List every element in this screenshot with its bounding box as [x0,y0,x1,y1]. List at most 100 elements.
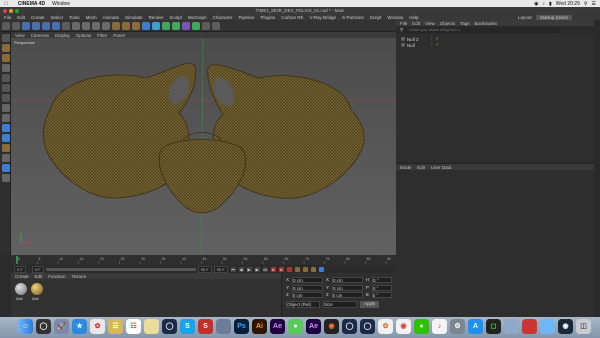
attr-menu-mode[interactable]: Mode [400,165,411,170]
coord-size-dropdown[interactable]: Size [323,301,357,308]
coordinate-system-icon[interactable] [102,21,110,30]
render-picture-viewer-icon[interactable] [122,21,130,30]
material-manager[interactable]: Mat Mat [11,279,281,317]
render-settings-icon[interactable] [132,21,140,30]
solo-icon[interactable] [1,174,10,182]
finder-icon[interactable]: ☺ [18,319,33,334]
after-effects-icon[interactable]: Ae [270,319,285,334]
coord-size-y-field[interactable]: 0 cm [331,284,363,291]
max-frame-field[interactable]: 90 F [197,265,212,273]
cube-icon[interactable] [142,21,150,30]
edges-mode-icon[interactable] [1,84,10,92]
stickies-icon[interactable] [144,319,159,334]
menu-pipeline[interactable]: Pipeline [238,15,254,20]
image-capture-icon[interactable] [504,319,519,334]
move-icon[interactable] [32,21,40,30]
timeline-options-icon[interactable] [318,266,324,272]
key-scale-icon[interactable] [302,266,308,272]
photoshop-icon[interactable]: Ps [234,319,249,334]
start-frame-field[interactable]: 0 F [14,265,26,273]
folder-icon[interactable] [540,319,555,334]
coord-pos-y-field[interactable]: 0 cm [292,284,323,291]
menu-help[interactable]: Help [409,15,418,20]
after-effects-2-icon[interactable]: Ae [306,319,321,334]
photos-app-icon[interactable]: ✿ [378,319,393,334]
coord-size-x-field[interactable]: 0 cm [331,277,363,283]
keyframe-selection-icon[interactable] [286,266,292,272]
material-menu-texture[interactable]: Texture [72,274,87,279]
camera-icon[interactable] [202,21,210,30]
coord-pos-z-field[interactable]: 0 cm [291,292,323,298]
viewport-menu-cameras[interactable]: Cameras [31,33,49,38]
menu-script[interactable]: Script [370,15,382,20]
y-axis-icon[interactable] [82,21,90,30]
workplane-lock-icon[interactable] [1,144,10,152]
key-position-icon[interactable] [294,266,300,272]
photos-icon[interactable]: ✿ [90,319,105,334]
redo-icon[interactable] [12,21,20,30]
menu-sculpt[interactable]: Sculpt [169,15,182,20]
object-name[interactable]: Null 2 [407,37,427,42]
menu-xparticles[interactable]: X-Particles [342,15,364,20]
coord-rot-b-field[interactable]: 0 ° [371,292,392,298]
activity-monitor-icon[interactable]: ◻ [486,319,501,334]
material-swatch-2[interactable] [31,283,43,295]
texture-mode-icon[interactable] [1,54,10,62]
min-frame-field[interactable]: 0 F [31,265,44,273]
array-icon[interactable] [172,21,180,30]
goto-start-icon[interactable]: ⏮ [230,266,236,272]
itunes-icon[interactable]: ♪ [432,319,447,334]
object-menu-view[interactable]: View [425,21,435,26]
menu-simulate[interactable]: Simulate [125,15,143,20]
wifi-icon[interactable]: ◉ [534,1,538,7]
menu-carbon[interactable]: Carbon RE [281,15,303,20]
blender-icon[interactable]: ◉ [324,319,339,334]
object-menu-bookmarks[interactable]: Bookmarks [475,21,498,26]
viewport-menu-panel[interactable]: Panel [113,33,125,38]
next-key-icon[interactable]: ▶ [254,266,260,272]
auto-key-icon[interactable]: ● [278,266,284,272]
record-icon[interactable]: ● [270,266,276,272]
app-store-icon[interactable]: A [468,319,483,334]
object-menu-tags[interactable]: Tags [460,21,470,26]
points-mode-icon[interactable] [1,74,10,82]
menu-file[interactable]: File [4,15,11,20]
menu-character[interactable]: Character [213,15,233,20]
illustrator-icon[interactable]: Ai [252,319,267,334]
axis-mode-icon[interactable] [1,104,10,112]
tweak-mode-icon[interactable] [1,114,10,122]
coord-size-z-field[interactable]: 0 cm [331,292,363,298]
object-search-input[interactable] [405,27,560,33]
material-menu-create[interactable]: Create [15,274,29,279]
siri-icon[interactable]: ◯ [36,319,51,334]
downloads-icon[interactable] [522,319,537,334]
recent-tools-icon[interactable] [62,21,70,30]
object-row[interactable]: ◎ Null ⋮ ✓ [401,42,600,48]
z-axis-icon[interactable] [92,21,100,30]
menu-plugins[interactable]: Plugins [260,15,275,20]
viewport-menu-options[interactable]: Options [76,33,92,38]
material-menu-edit[interactable]: Edit [35,274,43,279]
attr-menu-edit[interactable]: Edit [417,165,425,170]
pen-icon[interactable] [152,21,160,30]
menu-render[interactable]: Render [149,15,164,20]
visibility-dots-icon[interactable]: ⋮ [429,42,434,48]
coord-apply-button[interactable]: Apply [360,301,380,308]
object-menu-objects[interactable]: Objects [440,21,455,26]
side-tabs[interactable] [594,20,600,317]
spotlight-icon[interactable]: ⚲ [584,1,588,7]
viewport-menu-view[interactable]: View [15,33,25,38]
key-rotation-icon[interactable] [310,266,316,272]
make-editable-icon[interactable] [1,34,10,42]
cinema4d-3-icon[interactable]: ◯ [360,319,375,334]
safari-icon[interactable]: ✯ [72,319,87,334]
launchpad-icon[interactable]: 🚀 [54,319,69,334]
object-menu-file[interactable]: File [400,21,407,26]
workplane-icon[interactable] [1,64,10,72]
chrome-icon[interactable]: ◉ [396,319,411,334]
layout-dropdown[interactable]: Startup (User) [535,14,572,20]
polygons-mode-icon[interactable] [1,94,10,102]
quantize-icon[interactable] [1,154,10,162]
prev-key-icon[interactable]: ◀ [238,266,244,272]
attr-menu-user-data[interactable]: User Data [431,165,451,170]
